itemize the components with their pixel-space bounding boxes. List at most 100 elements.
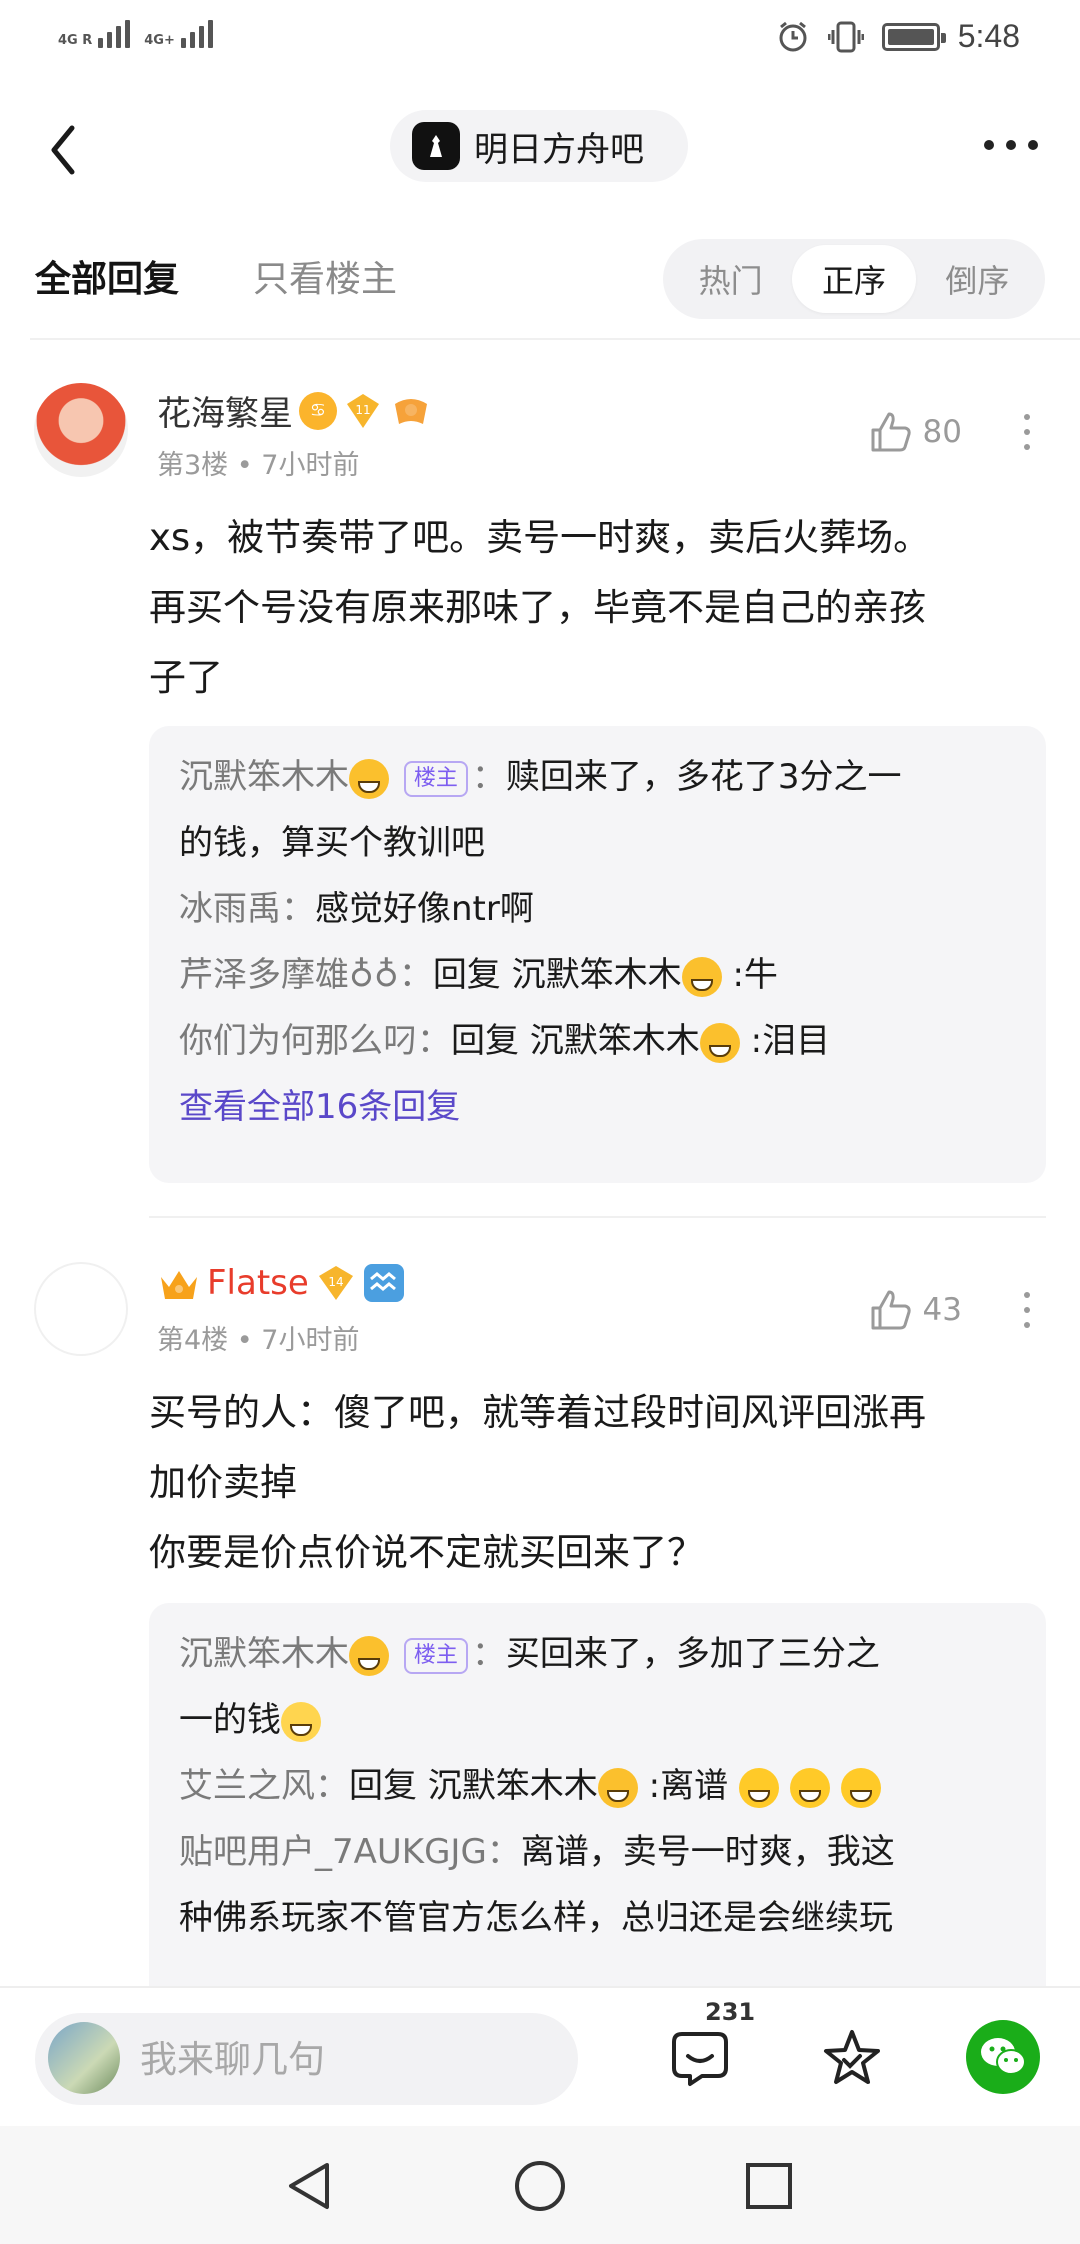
more-options-button[interactable] [984, 140, 1038, 150]
grin-emoji-icon [699, 1022, 740, 1063]
system-back-button[interactable] [278, 2154, 342, 2218]
reply-text: :离谱 [648, 1766, 729, 1806]
shy-emoji-icon [281, 1701, 321, 1742]
top-navigation: 明日方舟吧 [0, 100, 1080, 210]
aquarius-badge-icon [363, 1264, 404, 1302]
crown-icon [161, 1271, 197, 1299]
comment-input[interactable] [140, 2013, 560, 2105]
like-button[interactable]: 80 [869, 410, 962, 454]
status-bar: 4G R 4G+ 5:48 [0, 0, 1080, 80]
level-badge-icon: 11 [347, 393, 379, 428]
sub-reply[interactable]: 艾兰之风：回复 沉默笨木木 :离谱 [179, 1753, 1016, 1819]
sub-reply[interactable]: 沉默笨木木 楼主 ：赎回来了，多花了3分之一 的钱，算买个教训吧 [179, 744, 1016, 876]
sub-replies: 沉默笨木木 楼主 ：赎回来了，多花了3分之一 的钱，算买个教训吧 冰雨禹：感觉好像… [149, 726, 1046, 1183]
reply-author[interactable]: 艾兰之风 [179, 1766, 315, 1806]
sub-reply[interactable]: 芹泽多摩雄♁♁：回复 沉默笨木木 :牛 [179, 942, 1016, 1008]
post-content: xs，被节奏带了吧。卖号一时爽，卖后火葬场。 再买个号没有原来那味了，毕竟不是自… [149, 503, 1049, 713]
reply-text: 的钱，算买个教训吧 [179, 823, 485, 863]
post-line: 你要是价点价说不定就买回来了？ [149, 1531, 704, 1574]
sort-hot[interactable]: 热门 [669, 245, 792, 313]
back-button[interactable] [42, 120, 102, 180]
reply-text: 离谱，卖号一时爽，我这 [520, 1832, 895, 1872]
circle-home-icon [515, 2161, 565, 2211]
sneeze-emoji-icon [738, 1767, 779, 1808]
post-line: xs，被节奏带了吧。卖号一时爽，卖后火葬场。 [149, 516, 931, 559]
divider [30, 338, 1080, 340]
reply-text: 种佛系玩家不管官方怎么样，总归还是会继续玩 [179, 1898, 893, 1938]
more-dot-icon [1024, 429, 1030, 435]
level-number: 14 [328, 1275, 343, 1289]
like-count: 43 [922, 1292, 962, 1328]
system-navigation-bar [0, 2126, 1080, 2244]
clock: 5:48 [957, 18, 1020, 54]
sub-reply[interactable]: 冰雨禹：感觉好像ntr啊 [179, 876, 1016, 942]
post-meta: 第4楼 • 7小时前 [157, 1318, 359, 1357]
more-dot-icon [1024, 444, 1030, 450]
sort-descending[interactable]: 倒序 [916, 245, 1039, 313]
grin-emoji-icon [597, 1767, 638, 1808]
like-count: 80 [922, 414, 962, 450]
thumbs-up-icon [871, 412, 911, 452]
system-home-button[interactable] [508, 2154, 572, 2218]
my-avatar[interactable] [48, 2022, 120, 2094]
comments-button[interactable] [660, 2018, 740, 2098]
reply-author[interactable]: 冰雨禹 [179, 889, 281, 929]
star-icon [824, 2030, 880, 2084]
owner-badge: 楼主 [403, 760, 468, 797]
tab-owner-only[interactable]: 只看楼主 [253, 250, 397, 302]
sub-reply[interactable]: 贴吧用户_7AUKGJG：离谱，卖号一时爽，我这 种佛系玩家不管官方怎么样，总归… [179, 1819, 1016, 1951]
reply-text: :泪目 [750, 1021, 831, 1061]
reply-text: 买回来了，多加了三分之 [505, 1634, 880, 1674]
username-row: 花海繁星 ♋ 11 [157, 386, 433, 435]
reply-text: 一的钱 [179, 1700, 281, 1740]
reply-separator: ： [315, 1766, 349, 1806]
post-line: 子了 [149, 656, 223, 699]
divider [149, 1216, 1046, 1218]
post-line: 再买个号没有原来那味了，毕竟不是自己的亲孩 [149, 586, 926, 629]
reply-author[interactable]: 你们为何那么叼 [179, 1021, 417, 1061]
reply-author[interactable]: 沉默笨木木 [179, 757, 349, 797]
reply-author[interactable]: 芹泽多摩雄♁♁ [179, 955, 399, 995]
reply-author[interactable]: 贴吧用户_7AUKGJG [179, 1832, 487, 1872]
reply-author[interactable]: 沉默笨木木 [179, 1634, 349, 1674]
grin-emoji-icon [681, 956, 722, 997]
like-button[interactable]: 43 [869, 1288, 962, 1332]
signal-indicators: 4G R 4G+ [58, 20, 213, 48]
post-time: 7小时前 [261, 450, 360, 481]
post-line: 买号的人：傻了吧，就等着过段时间风评回涨再 [149, 1391, 926, 1434]
battery-icon [881, 22, 946, 51]
signal-icon: 4G R [58, 20, 131, 48]
square-recents-icon [746, 2163, 792, 2209]
more-dot-icon [984, 140, 994, 150]
post-more-button[interactable] [1024, 1292, 1030, 1328]
post-content: 买号的人：傻了吧，就等着过段时间风评回涨再 加价卖掉 你要是价点价说不定就买回来… [149, 1378, 1049, 1588]
system-recents-button[interactable] [737, 2154, 801, 2218]
reply-text: 感觉好像ntr啊 [315, 889, 534, 929]
floor-number: 第3楼 [157, 450, 229, 481]
owner-badge: 楼主 [403, 1637, 468, 1674]
more-dot-icon [1024, 1307, 1030, 1313]
meta-dot: • [236, 450, 262, 481]
wechat-share-button[interactable] [966, 2020, 1040, 2094]
sub-reply[interactable]: 你们为何那么叼：回复 沉默笨木木 :泪目 [179, 1008, 1016, 1074]
forum-link[interactable]: 明日方舟吧 [390, 110, 688, 182]
forum-name: 明日方舟吧 [474, 129, 644, 170]
comment-bubble-icon [672, 2032, 728, 2086]
level-badge-icon: 14 [318, 1266, 353, 1300]
avatar[interactable] [34, 1262, 128, 1356]
avatar[interactable] [34, 383, 128, 477]
sub-reply[interactable]: 沉默笨木木 楼主 ：买回来了，多加了三分之 一的钱 [179, 1621, 1016, 1753]
username[interactable]: Flatse [207, 1263, 309, 1303]
sort-ascending[interactable]: 正序 [792, 245, 916, 313]
favorite-button[interactable] [812, 2018, 892, 2098]
username-row: Flatse 14 [157, 1263, 405, 1303]
view-all-replies-link[interactable]: 查看全部16条回复 [179, 1074, 1016, 1140]
sneeze-emoji-icon [840, 1767, 881, 1808]
tab-all-replies[interactable]: 全部回复 [35, 250, 179, 302]
reply-separator: ： [281, 889, 315, 929]
post-more-button[interactable] [1024, 414, 1030, 450]
sort-toggle: 热门 正序 倒序 [663, 239, 1045, 319]
status-right: 5:48 [776, 18, 1020, 55]
username[interactable]: 花海繁星 [157, 386, 293, 435]
more-dot-icon [1024, 414, 1030, 420]
